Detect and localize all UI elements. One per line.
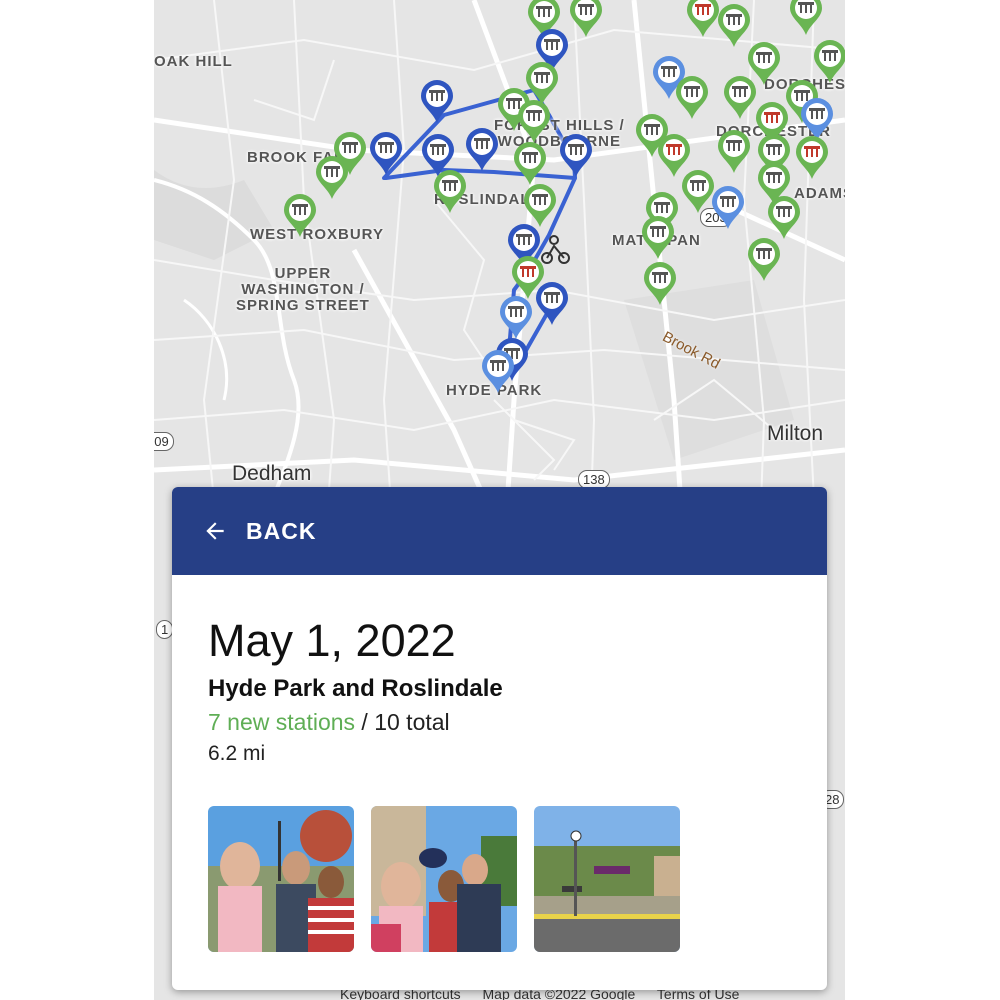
station-marker-icon[interactable] [794,134,830,180]
station-marker-icon[interactable] [640,214,676,260]
station-marker-icon[interactable] [282,192,318,238]
station-marker-icon[interactable] [516,98,552,144]
station-marker-icon[interactable] [710,184,746,230]
station-marker-icon[interactable] [498,294,534,340]
arrow-left-icon [206,522,224,540]
station-marker-icon[interactable] [464,126,500,172]
photo-thumbnail-1[interactable] [208,806,354,952]
station-marker-icon[interactable] [512,140,548,186]
station-marker-icon[interactable] [716,128,752,174]
city-label-dedham: Dedham [232,462,312,485]
station-marker-icon[interactable] [746,40,782,86]
station-marker-icon[interactable] [642,260,678,306]
station-stats: 7 new stations / 10 total [208,709,791,736]
photo-thumbnail-2[interactable] [371,806,517,952]
station-marker-icon[interactable] [419,78,455,124]
trip-date: May 1, 2022 [208,615,456,666]
station-marker-icon[interactable] [788,0,824,36]
group-photo [371,806,517,952]
station-marker-icon[interactable] [534,280,570,326]
new-stations-count: 7 new stations [208,709,356,735]
route-shield: 1 [156,620,174,639]
back-button[interactable]: BACK [202,518,316,545]
place-label-oak-hill: OAK HILL [154,53,233,70]
station-marker-icon[interactable] [674,74,710,120]
back-label: BACK [246,517,317,544]
station-photo [534,806,680,952]
station-marker-icon[interactable] [746,236,782,282]
trip-distance: 6.2 mi [208,742,266,765]
card-header: BACK [172,487,827,575]
total-stations-count: 10 total [374,709,450,735]
trip-title: Hyde Park and Roslindale [208,675,503,702]
phone-screen: OAK HILL BROOK FARM WEST ROXBURY UPPER W… [154,0,845,1000]
city-label-milton: Milton [767,422,824,445]
place-label-upper-washington: UPPER WASHINGTON / SPRING STREET [236,265,370,314]
station-marker-icon[interactable] [568,0,604,38]
station-marker-icon[interactable] [480,348,516,394]
station-marker-icon[interactable] [432,168,468,214]
station-marker-icon[interactable] [558,132,594,178]
trip-card: BACK May 1, 2022 Hyde Park and Roslindal… [172,487,827,990]
photo-gallery [208,806,791,952]
photo-thumbnail-3[interactable] [534,806,680,952]
station-marker-icon[interactable] [314,154,350,200]
route-shield: 109 [154,432,174,451]
station-marker-icon[interactable] [368,130,404,176]
station-marker-icon[interactable] [766,194,802,240]
selfie-photo [208,806,354,952]
stats-separator: / [355,709,375,735]
